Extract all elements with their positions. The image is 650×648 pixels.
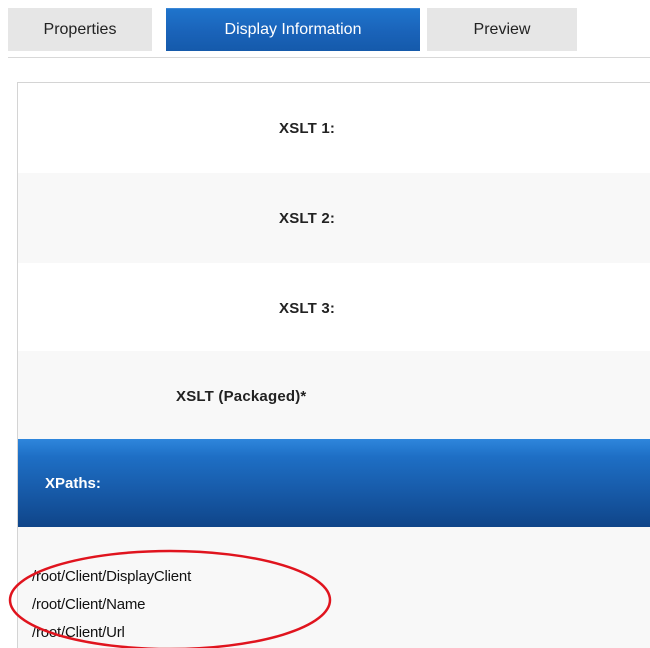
display-information-panel: XSLT 1: XSLT 2: XSLT 3: XSLT (Packaged)*…: [17, 82, 650, 648]
xslt2-row: XSLT 2:: [18, 173, 650, 263]
xslt-packaged-row: XSLT (Packaged)*: [18, 351, 650, 441]
xslt1-row: XSLT 1:: [18, 83, 650, 173]
xpaths-list: /root/Client/DisplayClient /root/Client/…: [18, 527, 650, 648]
xpaths-header-label: XPaths:: [45, 474, 101, 492]
tab-preview[interactable]: Preview: [427, 8, 577, 51]
xpath-item: /root/Client/Url: [32, 624, 125, 641]
xslt1-label: XSLT 1:: [279, 119, 336, 137]
tab-properties[interactable]: Properties: [8, 8, 152, 51]
tab-bar: Properties Display Information Preview: [0, 0, 650, 58]
xpath-item: /root/Client/DisplayClient: [32, 568, 192, 585]
xpaths-header: XPaths:: [18, 439, 650, 527]
tab-display-information[interactable]: Display Information: [166, 8, 420, 51]
xpath-item: /root/Client/Name: [32, 596, 146, 613]
xslt2-label: XSLT 2:: [279, 209, 336, 227]
xslt-packaged-label: XSLT (Packaged)*: [176, 387, 307, 405]
tab-divider: [8, 57, 650, 58]
xslt3-label: XSLT 3:: [279, 299, 336, 317]
xslt3-row: XSLT 3:: [18, 263, 650, 353]
